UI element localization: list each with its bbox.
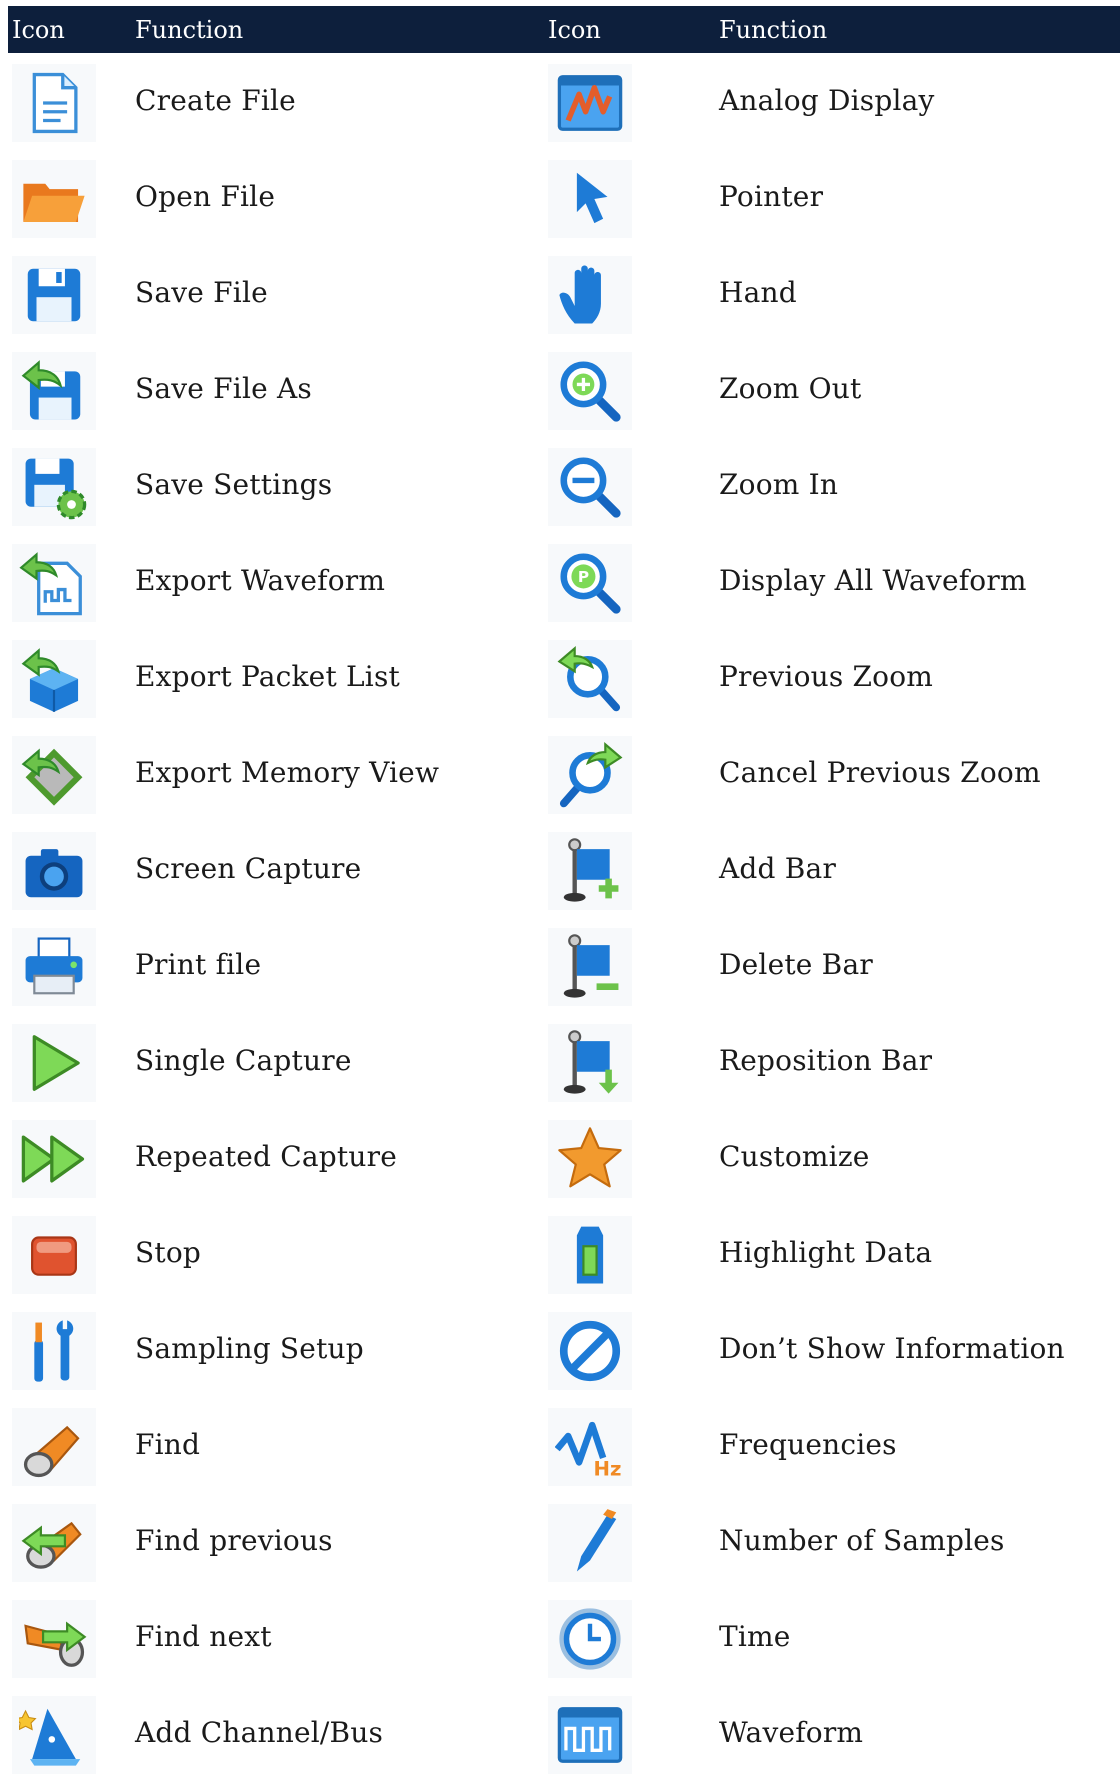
cancel-zoom-icon <box>548 736 632 814</box>
table-row: Find Hz Frequencies <box>8 1397 1120 1493</box>
table-row: Export Packet List Previous Zoom <box>8 629 1120 725</box>
function-label: Create File <box>135 84 296 117</box>
function-label: Save Settings <box>135 468 333 501</box>
delete-bar-icon <box>548 928 632 1006</box>
zoom-minus-icon <box>548 448 632 526</box>
function-label: Number of Samples <box>719 1524 1005 1557</box>
display-all-icon: P <box>548 544 632 622</box>
function-label: Find next <box>135 1620 272 1653</box>
table-row: Add Channel/Bus Waveform <box>8 1685 1120 1781</box>
header-icon-col-2: Icon <box>548 16 601 44</box>
function-label: Find previous <box>135 1524 333 1557</box>
find-next-icon <box>12 1600 96 1678</box>
function-label: Highlight Data <box>719 1236 933 1269</box>
table-row: Save File As Zoom Out <box>8 341 1120 437</box>
table-row: Repeated Capture Customize <box>8 1109 1120 1205</box>
table-row: Screen Capture Add Bar <box>8 821 1120 917</box>
function-label: Export Waveform <box>135 564 386 597</box>
pointer-icon <box>548 160 632 238</box>
save-file-as-icon <box>12 352 96 430</box>
table-header: Icon Function Icon Function <box>8 6 1120 53</box>
open-file-icon <box>12 160 96 238</box>
function-label: Save File <box>135 276 268 309</box>
function-label: Add Bar <box>719 852 837 885</box>
header-function-col-2: Function <box>719 16 828 44</box>
table-row: Export Memory View Cancel Previous Zoom <box>8 725 1120 821</box>
export-memory-icon <box>12 736 96 814</box>
function-label: Delete Bar <box>719 948 873 981</box>
function-label: Repeated Capture <box>135 1140 397 1173</box>
table-row: Export Waveform P Display All Waveform <box>8 533 1120 629</box>
function-label: Sampling Setup <box>135 1332 364 1365</box>
no-info-icon <box>548 1312 632 1390</box>
function-label: Don’t Show Information <box>719 1332 1065 1365</box>
zoom-plus-icon <box>548 352 632 430</box>
wizard-icon <box>12 1696 96 1774</box>
function-label: Customize <box>719 1140 870 1173</box>
flashlight-icon <box>12 1408 96 1486</box>
save-file-icon <box>12 256 96 334</box>
table-row: Save Settings Zoom In <box>8 437 1120 533</box>
function-label: Save File As <box>135 372 312 405</box>
function-label: Waveform <box>719 1716 864 1749</box>
icon-function-table: Icon Function Icon Function Create File A… <box>8 6 1120 1781</box>
table-body: Create File Analog Display Open File Pointe… <box>8 53 1120 1781</box>
play-icon <box>12 1024 96 1102</box>
function-label: Analog Display <box>719 84 935 117</box>
camera-icon <box>12 832 96 910</box>
find-previous-icon <box>12 1504 96 1582</box>
function-label: Stop <box>135 1236 202 1269</box>
function-label: Zoom Out <box>719 372 862 405</box>
svg-text:Hz: Hz <box>594 1457 622 1480</box>
waveform-icon <box>548 1696 632 1774</box>
table-row: Single Capture Reposition Bar <box>8 1013 1120 1109</box>
header-function-col-1: Function <box>135 16 244 44</box>
previous-zoom-icon <box>548 640 632 718</box>
function-label: Hand <box>719 276 797 309</box>
table-row: Stop Highlight Data <box>8 1205 1120 1301</box>
export-waveform-icon <box>12 544 96 622</box>
printer-icon <box>12 928 96 1006</box>
pen-icon <box>548 1504 632 1582</box>
highlight-icon <box>548 1216 632 1294</box>
star-icon <box>548 1120 632 1198</box>
table-row: Create File Analog Display <box>8 53 1120 149</box>
table-row: Save File Hand <box>8 245 1120 341</box>
clock-icon <box>548 1600 632 1678</box>
function-label: Time <box>719 1620 791 1653</box>
table-row: Find previous Number of Samples <box>8 1493 1120 1589</box>
function-label: Reposition Bar <box>719 1044 933 1077</box>
tools-icon <box>12 1312 96 1390</box>
function-label: Open File <box>135 180 276 213</box>
export-packet-icon <box>12 640 96 718</box>
function-label: Frequencies <box>719 1428 897 1461</box>
function-label: Single Capture <box>135 1044 352 1077</box>
stop-icon <box>12 1216 96 1294</box>
add-bar-icon <box>548 832 632 910</box>
table-row: Open File Pointer <box>8 149 1120 245</box>
save-settings-icon <box>12 448 96 526</box>
function-label: Display All Waveform <box>719 564 1027 597</box>
analog-display-icon <box>548 64 632 142</box>
table-row: Find next Time <box>8 1589 1120 1685</box>
function-label: Export Packet List <box>135 660 400 693</box>
hand-icon <box>548 256 632 334</box>
function-label: Print file <box>135 948 262 981</box>
function-label: Screen Capture <box>135 852 362 885</box>
reposition-bar-icon <box>548 1024 632 1102</box>
frequency-icon: Hz <box>548 1408 632 1486</box>
function-label: Find <box>135 1428 201 1461</box>
table-row: Sampling Setup Don’t Show Information <box>8 1301 1120 1397</box>
header-icon-col-1: Icon <box>12 16 65 44</box>
function-label: Export Memory View <box>135 756 440 789</box>
function-label: Zoom In <box>719 468 839 501</box>
svg-text:P: P <box>578 568 589 586</box>
create-file-icon <box>12 64 96 142</box>
fast-forward-icon <box>12 1120 96 1198</box>
table-row: Print file Delete Bar <box>8 917 1120 1013</box>
function-label: Cancel Previous Zoom <box>719 756 1041 789</box>
function-label: Add Channel/Bus <box>135 1716 384 1749</box>
function-label: Pointer <box>719 180 824 213</box>
function-label: Previous Zoom <box>719 660 934 693</box>
